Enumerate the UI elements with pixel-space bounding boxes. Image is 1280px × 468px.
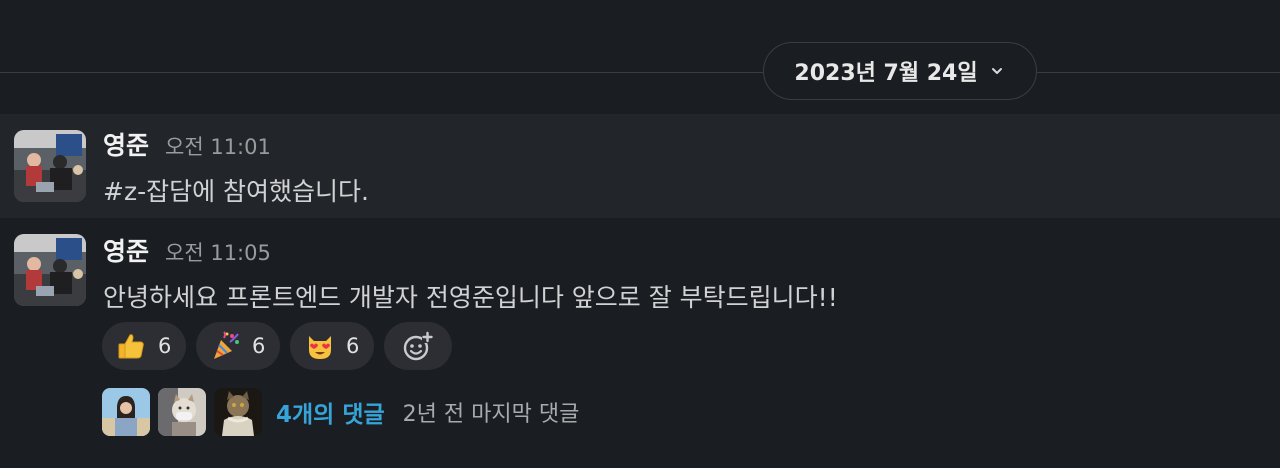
message-text: #z-잡담에 참여했습니다. xyxy=(103,177,369,206)
reply-avatar xyxy=(214,388,262,436)
add-reaction-button[interactable] xyxy=(384,322,452,370)
add-reaction-icon xyxy=(402,330,434,362)
message-text: 안녕하세요 프론트엔드 개발자 전영준입니다 앞으로 잘 부탁드립니다!! xyxy=(103,283,838,312)
message-meta: 영준 오전 11:01 xyxy=(103,126,271,162)
date-jump-button[interactable]: 2023년 7월 24일 xyxy=(763,42,1037,100)
reaction-heart-eyes-cat[interactable]: 6 xyxy=(290,322,374,370)
heart-eyes-cat-icon xyxy=(304,330,336,362)
author-name[interactable]: 영준 xyxy=(103,232,149,268)
reaction-count: 6 xyxy=(158,334,172,358)
reply-count-link[interactable]: 4개의 댓글 xyxy=(276,395,385,429)
reply-avatar xyxy=(102,388,150,436)
author-name[interactable]: 영준 xyxy=(103,126,149,162)
reaction-count: 6 xyxy=(346,334,360,358)
message-row[interactable]: 영준 오전 11:01 #z-잡담에 참여했습니다. xyxy=(0,114,1280,218)
avatar[interactable] xyxy=(14,234,86,306)
divider-line xyxy=(0,72,1280,73)
timestamp[interactable]: 오전 11:01 xyxy=(165,131,271,161)
reactions-bar: 6 6 6 xyxy=(102,322,452,370)
reaction-count: 6 xyxy=(252,334,266,358)
chevron-down-icon xyxy=(988,62,1006,80)
avatar[interactable] xyxy=(14,130,86,202)
last-reply-time: 2년 전 마지막 댓글 xyxy=(402,402,580,427)
date-label: 2023년 7월 24일 xyxy=(794,61,978,86)
reaction-thumbs-up[interactable]: 6 xyxy=(102,322,186,370)
thread-summary[interactable]: 4개의 댓글 2년 전 마지막 댓글 xyxy=(102,388,579,436)
message-row[interactable]: 영준 오전 11:05 안녕하세요 프론트엔드 개발자 전영준입니다 앞으로 잘… xyxy=(0,218,1280,468)
message-meta: 영준 오전 11:05 xyxy=(103,232,271,268)
date-divider: 2023년 7월 24일 xyxy=(0,0,1280,110)
party-popper-icon xyxy=(210,330,242,362)
timestamp[interactable]: 오전 11:05 xyxy=(165,237,271,267)
thumbs-up-icon xyxy=(116,330,148,362)
reply-avatar xyxy=(158,388,206,436)
reaction-party-popper[interactable]: 6 xyxy=(196,322,280,370)
